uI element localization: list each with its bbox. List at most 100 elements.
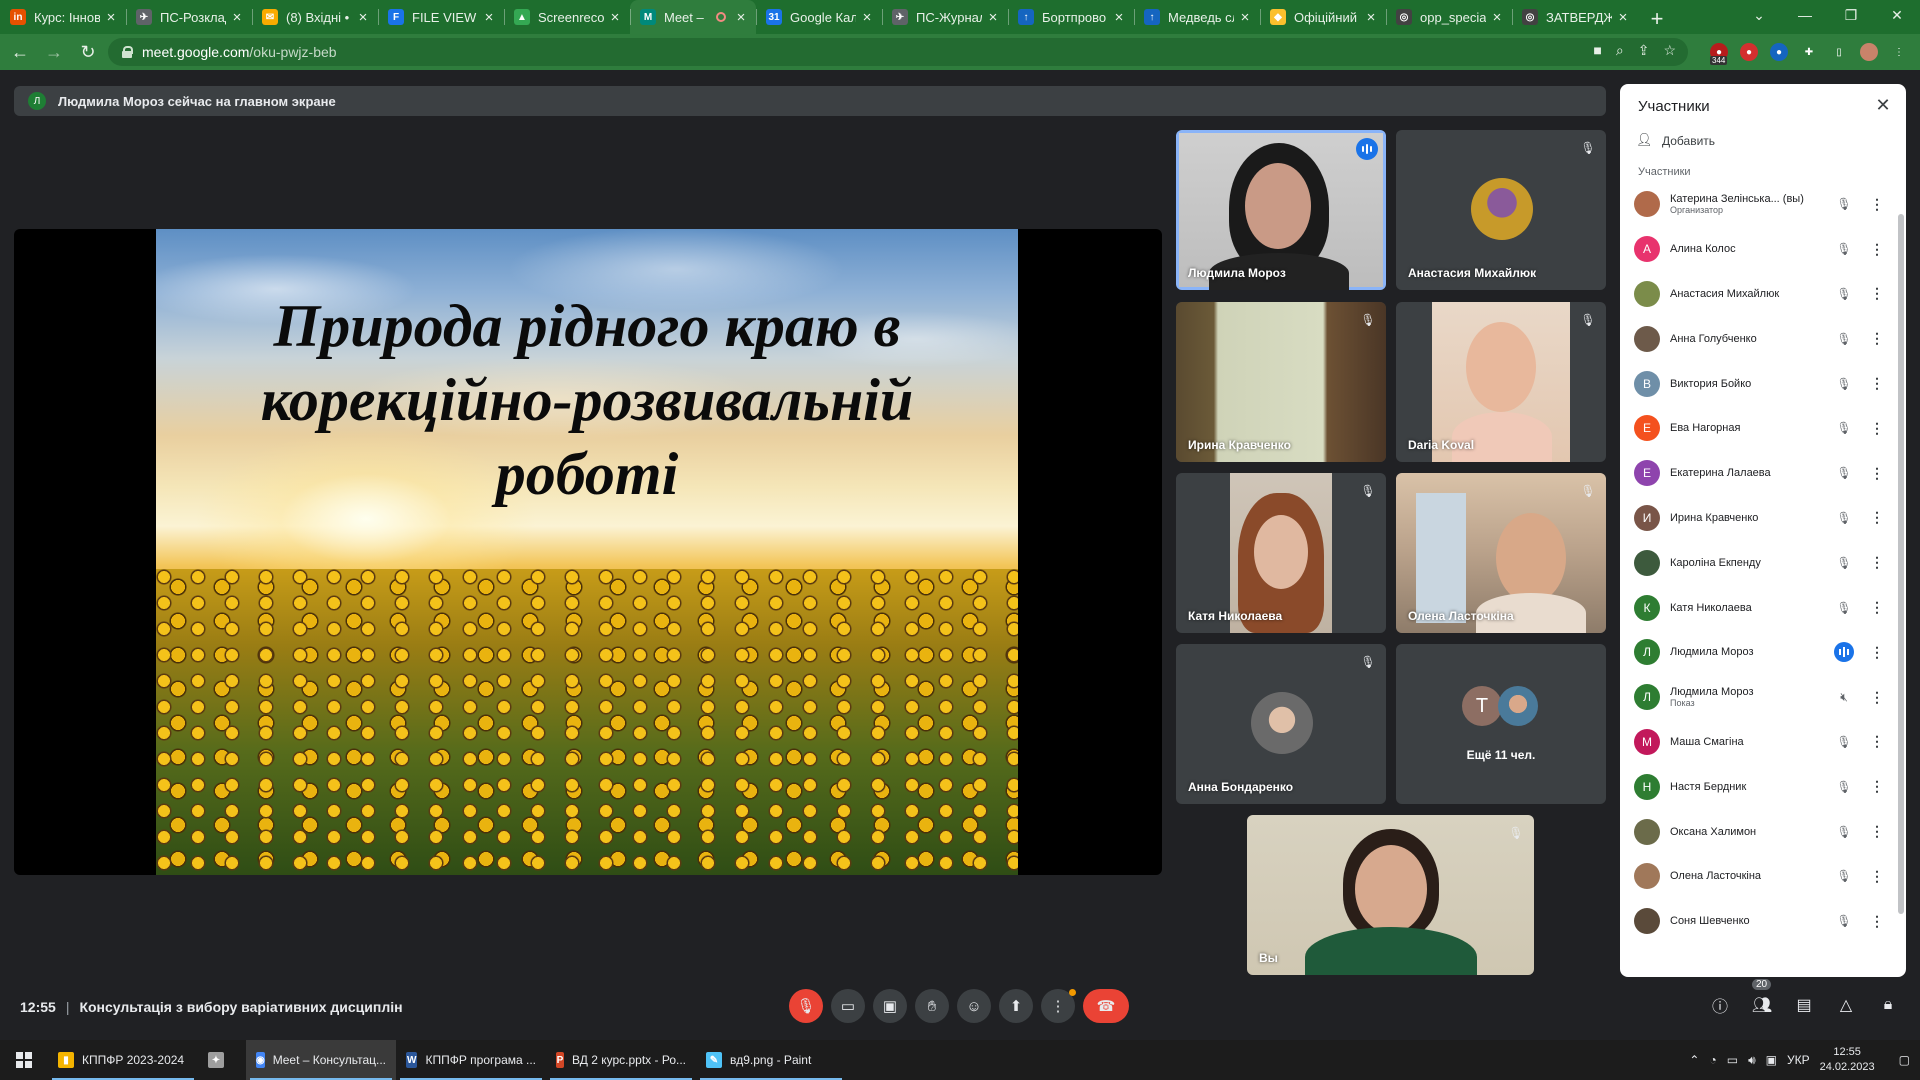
participant-more-icon[interactable]: ⋮ <box>1870 375 1884 392</box>
back-button[interactable]: ← <box>6 38 34 66</box>
video-tile[interactable]: 🎙︎ Олена Ласточкіна <box>1396 473 1606 633</box>
mic-off-icon[interactable]: 🎙︎ <box>1834 418 1854 438</box>
raise-hand-button[interactable]: ✋︎ <box>915 989 949 1023</box>
host-controls-icon[interactable]: 🔒︎ <box>1876 993 1900 1017</box>
clock[interactable]: 12:55 24.02.2023 <box>1820 1045 1875 1075</box>
side-panel-icon[interactable]: ▯ <box>1830 43 1848 61</box>
share-icon[interactable]: ⇪ <box>1638 42 1650 59</box>
mic-off-icon[interactable]: 🎙︎ <box>1834 329 1854 349</box>
participant-more-icon[interactable]: ⋮ <box>1870 509 1884 526</box>
volume-icon[interactable]: 🔊︎ <box>1748 1053 1756 1068</box>
taskbar-app[interactable]: ✎ вд9.png - Paint <box>696 1040 846 1080</box>
tab-close-icon[interactable]: × <box>860 9 874 26</box>
minimize-button[interactable]: — <box>1782 0 1828 30</box>
browser-tab[interactable]: ✈ ПС-Розклад × <box>126 0 252 34</box>
mic-off-icon[interactable]: 🎙︎ <box>1834 553 1854 573</box>
browser-tab[interactable]: ◎ ЗАТВЕРДЖ × <box>1512 0 1638 34</box>
participant-more-icon[interactable]: ⋮ <box>1870 733 1884 750</box>
participant-row[interactable]: Л Людмила Мороз ⋮ <box>1620 630 1900 675</box>
mic-off-icon[interactable]: 🎙︎ <box>1834 374 1854 394</box>
reload-button[interactable]: ↻ <box>74 38 102 66</box>
panel-scrollbar[interactable] <box>1898 214 1904 914</box>
participant-row[interactable]: И Ирина Кравченко 🎙︎ ⋮ <box>1620 496 1900 541</box>
participant-more-icon[interactable]: ⋮ <box>1870 285 1884 302</box>
tab-close-icon[interactable]: × <box>1112 9 1126 26</box>
mic-off-icon[interactable]: 🎙︎ <box>1834 598 1854 618</box>
browser-tab[interactable]: F FILE VIEW × <box>378 0 504 34</box>
sound-off-icon[interactable]: 🔇︎ <box>1834 687 1854 707</box>
video-tile[interactable]: 🎙︎ Катя Николаева <box>1176 473 1386 633</box>
browser-tab[interactable]: ↑ Медведь сл × <box>1134 0 1260 34</box>
browser-tab[interactable]: 31 Google Кал × <box>756 0 882 34</box>
video-tile[interactable]: 🎙︎ Анна Бондаренко <box>1176 644 1386 804</box>
participant-row[interactable]: Е Екатерина Лалаева 🎙︎ ⋮ <box>1620 451 1900 496</box>
participant-more-icon[interactable]: ⋮ <box>1870 689 1884 706</box>
browser-tab[interactable]: ↑ Бортпрово × <box>1008 0 1134 34</box>
participant-row[interactable]: Оксана Халимон 🎙︎ ⋮ <box>1620 809 1900 854</box>
tab-close-icon[interactable]: × <box>104 9 118 26</box>
taskbar-app[interactable]: ✦ <box>198 1040 246 1080</box>
participant-row[interactable]: В Виктория Бойко 🎙︎ ⋮ <box>1620 361 1900 406</box>
extension-red-icon[interactable]: ● 344 <box>1710 43 1728 65</box>
participant-row[interactable]: А Алина Колос 🎙︎ ⋮ <box>1620 227 1900 272</box>
tab-search-icon[interactable]: ⌄ <box>1736 0 1782 30</box>
taskbar-app[interactable]: ▮ КППФР 2023-2024 <box>48 1040 198 1080</box>
meeting-details-icon[interactable]: ⓘ <box>1708 993 1732 1017</box>
browser-tab[interactable]: ✉ (8) Вхідні • × <box>252 0 378 34</box>
participant-row[interactable]: Анна Голубченко 🎙︎ ⋮ <box>1620 316 1900 361</box>
participant-row[interactable]: М Маша Смагіна 🎙︎ ⋮ <box>1620 720 1900 765</box>
mic-off-icon[interactable]: 🎙︎ <box>1834 194 1854 214</box>
mic-off-icon[interactable]: 🎙︎ <box>1834 508 1854 528</box>
extension-record-icon[interactable]: ● <box>1740 43 1758 61</box>
taskbar-app[interactable]: P ВД 2 курс.pptx - Ро... <box>546 1040 696 1080</box>
tab-close-icon[interactable]: × <box>356 9 370 26</box>
start-button[interactable] <box>0 1040 48 1080</box>
tab-close-icon[interactable]: × <box>1490 9 1504 26</box>
taskbar-app[interactable]: W КППФР програма ... <box>396 1040 546 1080</box>
present-screen-button[interactable]: ⬆ <box>999 989 1033 1023</box>
more-participants-tile[interactable]: Т Ещё 11 чел. <box>1396 644 1606 804</box>
bookmark-star-icon[interactable]: ☆ <box>1663 42 1676 59</box>
language-indicator[interactable]: УКР <box>1787 1053 1810 1067</box>
speaking-indicator-icon[interactable] <box>1834 642 1854 663</box>
browser-tab[interactable]: ✈ ПС-Журнал × <box>882 0 1008 34</box>
tab-close-icon[interactable]: × <box>608 9 622 26</box>
tab-close-icon[interactable]: × <box>1238 9 1252 26</box>
participant-row[interactable]: Олена Ласточкіна 🎙︎ ⋮ <box>1620 854 1900 899</box>
tab-close-icon[interactable]: × <box>986 9 1000 26</box>
taskbar-app[interactable]: ◉ Meet – Консультац... <box>246 1040 396 1080</box>
shared-screen[interactable]: Природа рідного краю в корекційно-розвив… <box>14 229 1162 875</box>
camera-icon[interactable]: ■ <box>1593 42 1601 59</box>
participant-more-icon[interactable]: ⋮ <box>1870 330 1884 347</box>
participant-more-icon[interactable]: ⋮ <box>1870 241 1884 258</box>
participant-more-icon[interactable]: ⋮ <box>1870 868 1884 885</box>
participant-row[interactable]: Н Настя Бердник 🎙︎ ⋮ <box>1620 764 1900 809</box>
participant-row[interactable]: Катерина Зелінська... (вы) Организатор 🎙︎ ⋮ <box>1620 182 1900 227</box>
participant-more-icon[interactable]: ⋮ <box>1870 599 1884 616</box>
participant-more-icon[interactable]: ⋮ <box>1870 823 1884 840</box>
mic-off-icon[interactable]: 🎙︎ <box>1834 732 1854 752</box>
browser-tab[interactable]: ◎ opp_specia × <box>1386 0 1512 34</box>
participant-row[interactable]: Л Людмила Мороз Показ 🔇︎ ⋮ <box>1620 675 1900 720</box>
extension-blue-icon[interactable]: ● <box>1770 43 1788 61</box>
mic-off-icon[interactable]: 🎙︎ <box>1834 822 1854 842</box>
restore-button[interactable]: ❐ <box>1828 0 1874 30</box>
close-window-button[interactable]: ✕ <box>1874 0 1920 30</box>
participant-row[interactable]: Анастасия Михайлюк 🎙︎ ⋮ <box>1620 272 1900 317</box>
profile-avatar[interactable] <box>1860 43 1878 61</box>
more-options-button[interactable]: ⋮ <box>1041 989 1076 1023</box>
mic-toggle-button[interactable]: 🎙︎ <box>789 989 823 1023</box>
mic-off-icon[interactable]: 🎙︎ <box>1834 239 1854 259</box>
people-icon[interactable]: 👥︎ 20 <box>1750 979 1774 1017</box>
participant-more-icon[interactable]: ⋮ <box>1870 913 1884 930</box>
activities-icon[interactable]: △ <box>1834 993 1858 1017</box>
tab-close-icon[interactable]: × <box>1364 9 1378 26</box>
notifications-icon[interactable]: ▢ <box>1899 1053 1910 1067</box>
chat-icon[interactable]: ▤ <box>1792 993 1816 1017</box>
self-video-tile[interactable]: 🎙︎ Вы <box>1247 815 1534 975</box>
video-tile[interactable]: 🎙︎ Ирина Кравченко <box>1176 302 1386 462</box>
tab-close-icon[interactable]: × <box>1616 9 1630 26</box>
tray-overflow-icon[interactable]: ⌃ <box>1689 1053 1699 1067</box>
browser-tab[interactable]: ▲ Screenreco × <box>504 0 630 34</box>
tab-close-icon[interactable]: × <box>482 9 496 26</box>
